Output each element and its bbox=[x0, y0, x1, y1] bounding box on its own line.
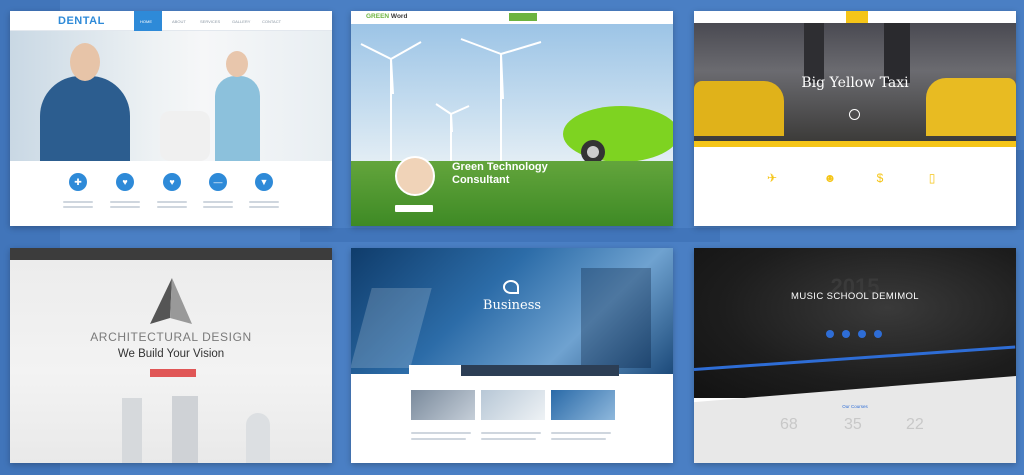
skyscraper bbox=[172, 396, 198, 463]
phone-icon: ▯ bbox=[928, 171, 936, 185]
play-icon[interactable] bbox=[849, 109, 860, 120]
stat-number: 68 bbox=[780, 416, 798, 433]
placeholder-text bbox=[551, 438, 606, 440]
stat-number: 22 bbox=[906, 416, 924, 433]
wheel-rim bbox=[587, 146, 599, 158]
skyscraper bbox=[122, 398, 142, 463]
avatar bbox=[395, 156, 435, 196]
hero-image bbox=[10, 31, 332, 161]
tooth-icon[interactable]: ♥ bbox=[116, 173, 134, 191]
navbar: GREEN Word bbox=[351, 11, 673, 24]
headline: ARCHITECTURAL DESIGN bbox=[90, 330, 252, 344]
headline: MUSIC SCHOOL DEMIMOL bbox=[791, 291, 919, 302]
nav-link[interactable]: ABOUT bbox=[172, 19, 186, 24]
thumbnail-image[interactable] bbox=[551, 390, 615, 420]
template-card-business[interactable]: Business bbox=[351, 248, 673, 463]
placeholder-text bbox=[411, 438, 466, 440]
clipboard-icon[interactable]: ✚ bbox=[69, 173, 87, 191]
wind-turbines bbox=[360, 38, 673, 164]
hero-background bbox=[694, 248, 1016, 398]
plane-icon: ✈ bbox=[766, 171, 778, 185]
placeholder-text bbox=[110, 206, 140, 208]
linkedin-icon[interactable] bbox=[874, 330, 882, 338]
logo[interactable]: DENTAL bbox=[58, 15, 105, 27]
navbar bbox=[694, 11, 1016, 23]
template-card-green[interactable]: GREEN Word Green Technology Consultant bbox=[351, 11, 673, 226]
placeholder-text bbox=[551, 432, 611, 434]
people-silhouettes bbox=[581, 268, 651, 368]
navbar bbox=[10, 248, 332, 260]
dentist-figure bbox=[40, 76, 130, 161]
accent-stripe bbox=[694, 141, 1016, 147]
placeholder-text bbox=[203, 201, 233, 203]
headline: Green Technology Consultant bbox=[452, 161, 548, 186]
headline: Business bbox=[482, 298, 542, 313]
business-logo-icon bbox=[503, 280, 519, 294]
building bbox=[884, 23, 910, 83]
placeholder-text bbox=[411, 432, 471, 434]
template-card-music[interactable]: 2015 MUSIC SCHOOL DEMIMOL Our Courses 68… bbox=[694, 248, 1016, 463]
nav-link[interactable]: SERVICES bbox=[200, 19, 220, 24]
nav-home-highlight[interactable] bbox=[846, 11, 868, 23]
cta-button[interactable] bbox=[150, 369, 196, 377]
brush-icon[interactable]: — bbox=[209, 173, 227, 191]
nav-link[interactable]: HOME bbox=[140, 19, 152, 24]
placeholder-text bbox=[481, 432, 541, 434]
placeholder-text bbox=[249, 201, 279, 203]
implant-icon[interactable]: ▼ bbox=[255, 173, 273, 191]
placeholder-text bbox=[63, 206, 93, 208]
placeholder-text bbox=[110, 201, 140, 203]
skyscraper bbox=[246, 413, 270, 463]
building bbox=[804, 23, 824, 83]
placeholder-text bbox=[249, 206, 279, 208]
assistant-figure bbox=[215, 76, 260, 161]
nav-link[interactable]: CONTACT bbox=[262, 19, 281, 24]
dollar-icon: $ bbox=[876, 171, 884, 185]
thumbnail-image[interactable] bbox=[411, 390, 475, 420]
logo[interactable]: GREEN Word bbox=[366, 13, 407, 20]
people-icon: ☻ bbox=[823, 171, 837, 185]
facebook-icon[interactable] bbox=[826, 330, 834, 338]
subheadline: We Build Your Vision bbox=[117, 348, 225, 360]
navbar: DENTAL HOME ABOUT SERVICES GALLERY CONTA… bbox=[10, 11, 332, 31]
tooth-icon[interactable]: ♥ bbox=[163, 173, 181, 191]
google-plus-icon[interactable] bbox=[858, 330, 866, 338]
thumbnail-image[interactable] bbox=[481, 390, 545, 420]
section-title: Our Courses bbox=[842, 404, 868, 409]
placeholder-text bbox=[203, 206, 233, 208]
placeholder-text bbox=[157, 201, 187, 203]
patient-figure bbox=[160, 111, 210, 161]
assistant-face bbox=[226, 51, 248, 77]
placeholder-text bbox=[481, 438, 536, 440]
pyramid-logo-icon bbox=[150, 278, 192, 324]
twitter-icon[interactable] bbox=[842, 330, 850, 338]
stat-number: 35 bbox=[844, 416, 862, 433]
tab-active[interactable] bbox=[409, 365, 461, 376]
placeholder-text bbox=[157, 206, 187, 208]
template-card-taxi[interactable]: Big Yellow Taxi ✈ ☻ $ ▯ bbox=[694, 11, 1016, 226]
dentist-face bbox=[70, 43, 100, 81]
cta-button[interactable] bbox=[395, 205, 433, 212]
car-body bbox=[563, 106, 673, 162]
placeholder-text bbox=[63, 201, 93, 203]
nav-home-highlight[interactable] bbox=[509, 13, 537, 21]
template-card-dental[interactable]: DENTAL HOME ABOUT SERVICES GALLERY CONTA… bbox=[10, 11, 332, 226]
headline: Big Yellow Taxi bbox=[801, 75, 909, 91]
nav-link[interactable]: GALLERY bbox=[232, 19, 250, 24]
background-shape bbox=[300, 228, 720, 242]
template-card-architecture[interactable]: ARCHITECTURAL DESIGN We Build Your Visio… bbox=[10, 248, 332, 463]
